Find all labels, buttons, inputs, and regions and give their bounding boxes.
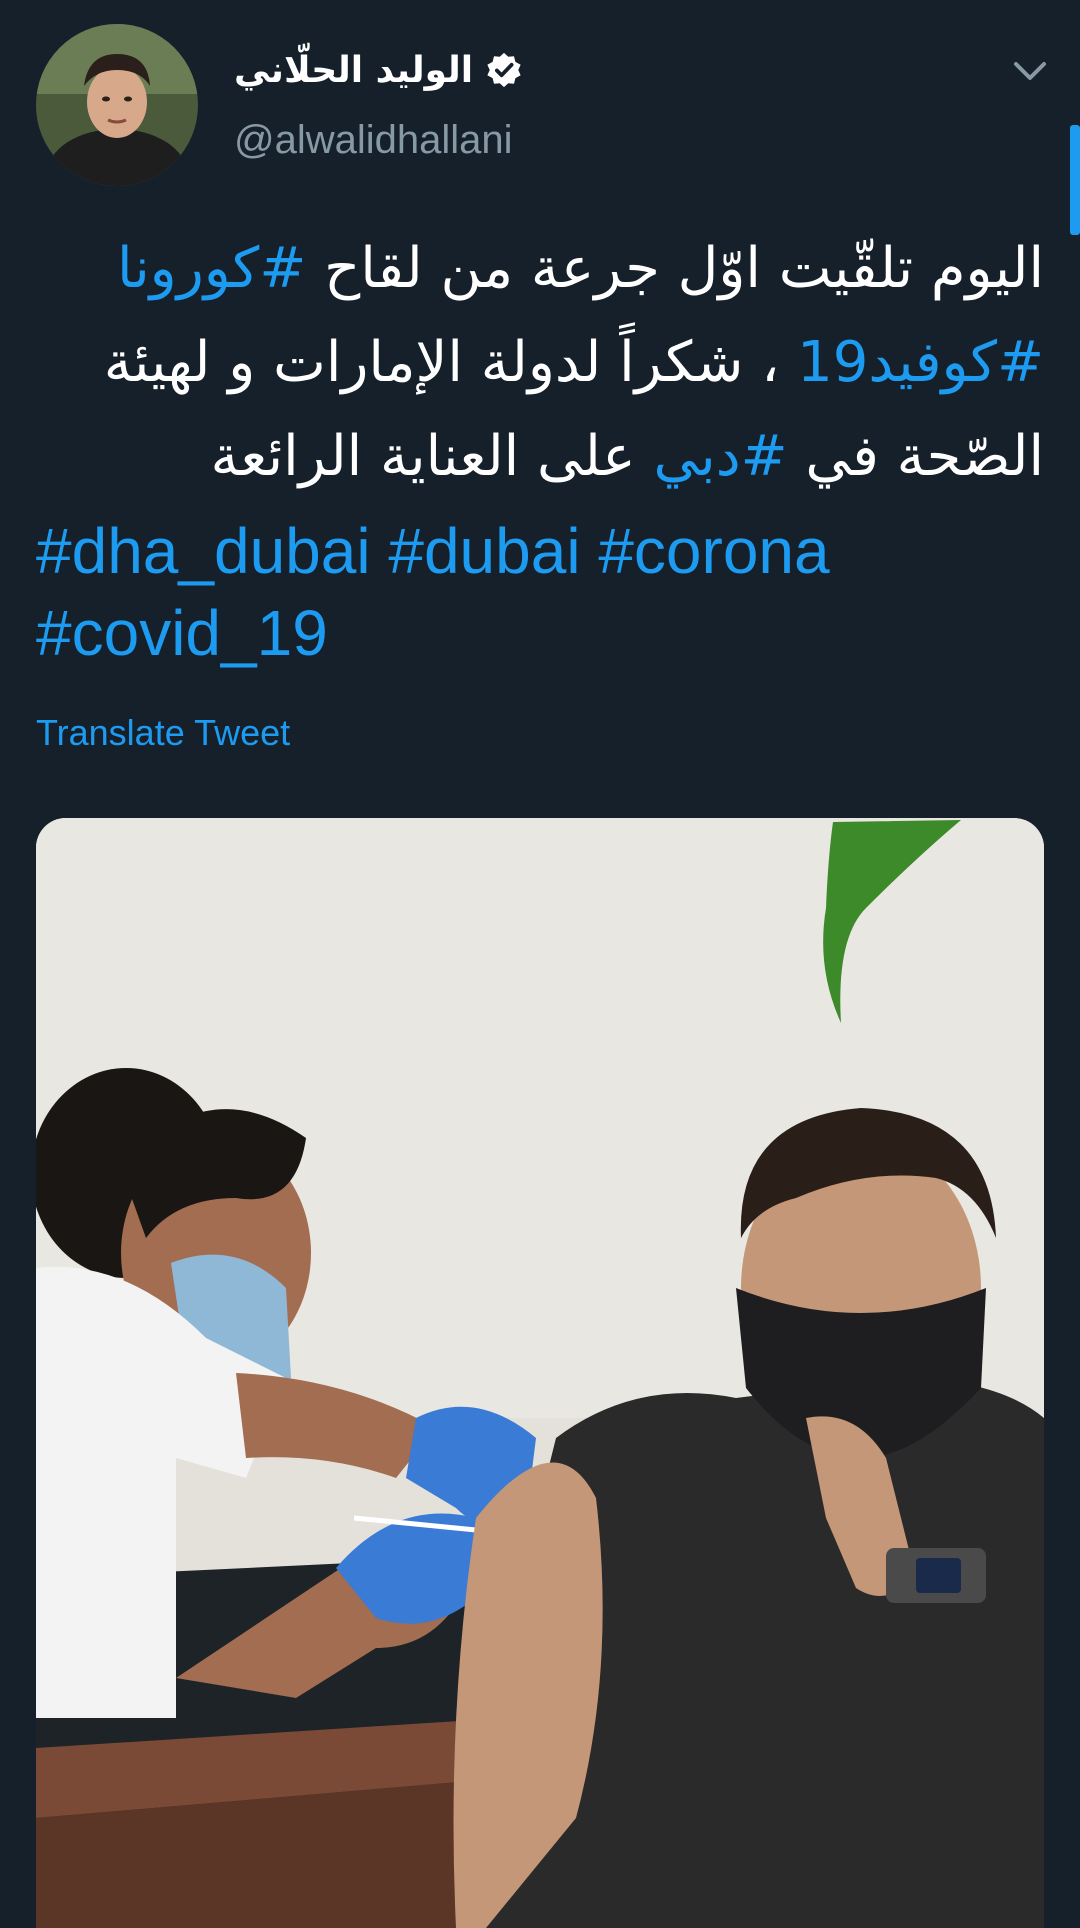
hashtag-line: #dha_dubai #dubai #corona — [36, 510, 1044, 592]
translate-tweet-link[interactable]: Translate Tweet — [36, 712, 290, 754]
tweet-header: الوليد الحلّاني @alwalidhallani — [0, 0, 1080, 235]
tweet-line: اليوم تلقّيت اوّل جرعة من لقاح #كورونا — [36, 222, 1044, 316]
verified-badge-icon — [487, 52, 521, 88]
tweet-line: الصّحة في #دبي على العناية الرائعة — [36, 410, 1044, 504]
hashtag-link[interactable]: #covid_19 — [36, 597, 328, 669]
profile-photo-icon — [36, 24, 198, 186]
hashtag-link[interactable]: #corona — [598, 515, 829, 587]
hashtag-line: #covid_19 — [36, 592, 1044, 674]
hashtag-link[interactable]: #كورونا — [117, 236, 306, 301]
tweet-text: اليوم تلقّيت اوّل جرعة من لقاح #كورونا #… — [36, 222, 1044, 504]
hashtag-link[interactable]: #دبي — [653, 424, 787, 489]
tweet-text-segment: اليوم تلقّيت اوّل جرعة من لقاح — [306, 236, 1044, 301]
hashtag-lines: #dha_dubai #dubai #corona #covid_19 — [36, 510, 1044, 674]
tweet-text-segment: ، شكراً لدولة الإمارات و لهيئة — [103, 330, 798, 395]
author-display-name[interactable]: الوليد الحلّاني — [234, 50, 473, 91]
chevron-down-icon[interactable] — [1010, 50, 1050, 90]
avatar[interactable] — [36, 24, 198, 186]
hashtag-link[interactable]: #كوفيد19 — [797, 330, 1044, 395]
hashtag-link[interactable]: #dha_dubai — [36, 515, 371, 587]
author-name-row[interactable]: الوليد الحلّاني — [234, 40, 523, 100]
vaccination-photo-icon — [36, 818, 1044, 1928]
scrollbar-thumb[interactable] — [1070, 125, 1080, 235]
tweet-text-segment: الصّحة في — [787, 424, 1044, 489]
author-handle[interactable]: @alwalidhallani — [234, 118, 513, 163]
tweet-media-photo[interactable] — [36, 818, 1044, 1928]
tweet-text-segment: على العناية الرائعة — [210, 424, 654, 489]
hashtag-link[interactable]: #dubai — [388, 515, 580, 587]
tweet-line: #كوفيد19 ، شكراً لدولة الإمارات و لهيئة — [36, 316, 1044, 410]
